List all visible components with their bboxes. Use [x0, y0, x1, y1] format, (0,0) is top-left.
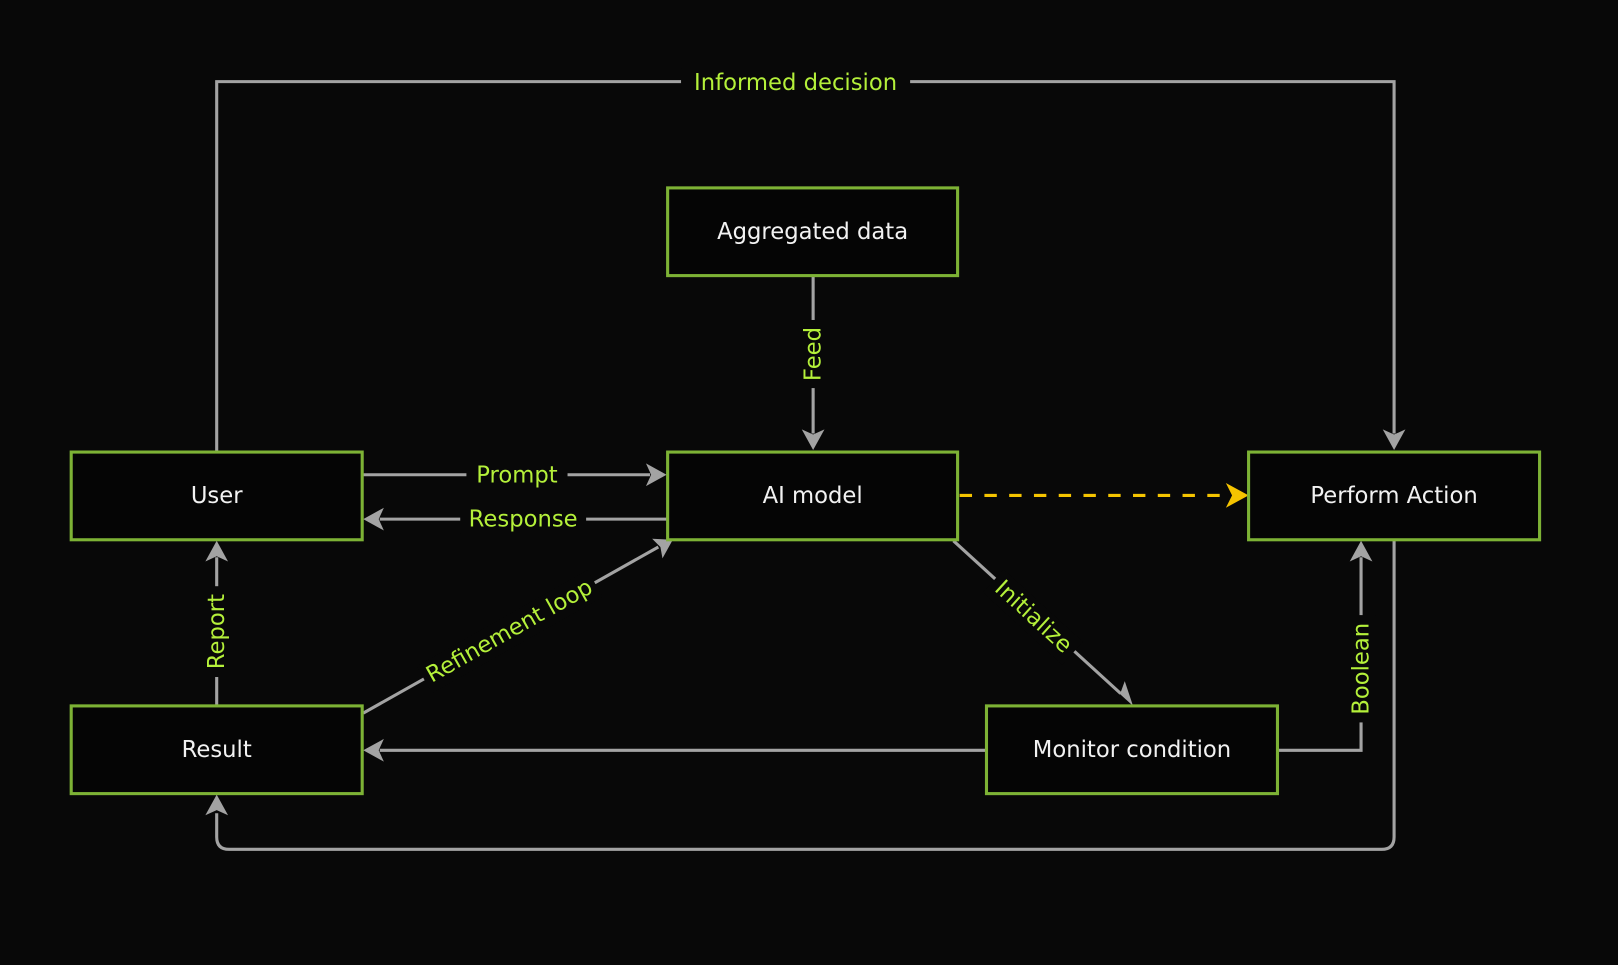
edge-report: Report	[202, 540, 232, 706]
edge-label-feed: Feed	[801, 327, 827, 381]
edge-label-boolean: Boolean	[1349, 623, 1375, 715]
node-ai-model: AI model	[666, 450, 960, 542]
edge-prompt: Prompt	[363, 460, 667, 490]
edge-initialize: Initialize	[952, 539, 1134, 706]
edge-boolean: Boolean	[1277, 540, 1376, 752]
edge-feed: Feed	[798, 276, 828, 450]
edge-perform-to-result	[205, 540, 1396, 851]
edge-response: Response	[363, 504, 667, 534]
edge-refinement-loop: Refinement loop	[362, 538, 673, 715]
node-aggregated-data: Aggregated data	[666, 186, 960, 278]
arrowhead-icon	[205, 794, 229, 816]
edge-label-informed-decision: Informed decision	[694, 70, 897, 96]
node-label: User	[191, 483, 243, 509]
edge-label-report: Report	[204, 594, 230, 669]
node-user: User	[69, 450, 364, 542]
node-label: Perform Action	[1310, 483, 1477, 509]
flow-diagram: Informed decision Feed Prompt Response R…	[69, 68, 1542, 851]
node-perform-action: Perform Action	[1247, 450, 1542, 542]
edge-action-dashed	[959, 483, 1249, 508]
edge-label-refinement-loop: Refinement loop	[422, 574, 597, 688]
edge-label-initialize: Initialize	[989, 575, 1077, 658]
edge-label-response: Response	[469, 507, 578, 533]
arrowhead-icon	[1225, 483, 1249, 508]
node-label: AI model	[763, 483, 863, 509]
node-monitor-condition: Monitor condition	[984, 704, 1280, 796]
node-label: Aggregated data	[717, 219, 908, 245]
edge-label-prompt: Prompt	[476, 462, 557, 488]
node-label: Result	[182, 737, 252, 763]
node-result: Result	[69, 704, 364, 796]
edge-monitor-to-result	[363, 738, 987, 762]
arrowhead-icon	[1111, 681, 1134, 706]
node-label: Monitor condition	[1033, 737, 1231, 763]
